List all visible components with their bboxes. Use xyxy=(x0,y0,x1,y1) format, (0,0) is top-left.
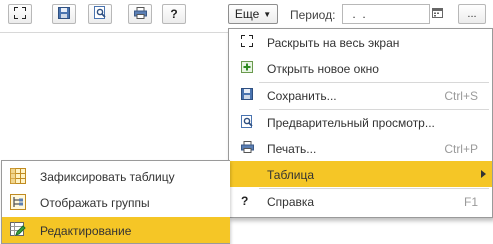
chevron-down-icon: ▼ xyxy=(263,9,272,19)
help-button[interactable]: ? xyxy=(162,4,186,24)
menu-item-label: Предварительный просмотр... xyxy=(267,116,435,130)
groups-icon xyxy=(10,194,26,210)
menu-item-fullscreen[interactable]: Раскрыть на весь экран xyxy=(229,29,492,55)
menu-item-label: Сохранить... xyxy=(267,89,337,103)
calendar-icon xyxy=(431,7,443,21)
menu-item-preview[interactable]: Предварительный просмотр... xyxy=(229,109,492,135)
print-button[interactable] xyxy=(128,4,152,24)
table-submenu: Зафиксировать таблицу Отображать группы … xyxy=(1,160,230,244)
submenu-item-fix-table[interactable]: Зафиксировать таблицу xyxy=(2,163,230,189)
submenu-item-editing[interactable]: Редактирование xyxy=(2,217,230,243)
calendar-button[interactable] xyxy=(428,4,446,24)
submenu-item-label: Отображать группы xyxy=(40,196,150,210)
submenu-item-label: Редактирование xyxy=(40,224,132,238)
help-label: ? xyxy=(170,7,178,21)
save-icon xyxy=(241,88,255,102)
fullscreen-button[interactable] xyxy=(8,4,32,24)
new-window-icon xyxy=(241,61,255,75)
period-select-label: ... xyxy=(467,8,477,20)
edit-icon xyxy=(10,222,26,238)
menu-item-shortcut: F1 xyxy=(463,195,478,209)
preview-button[interactable] xyxy=(88,4,112,24)
more-label: Еще xyxy=(234,7,260,21)
more-menu: Раскрыть на весь экран Открыть новое окн… xyxy=(228,28,493,218)
period-input[interactable] xyxy=(342,4,430,24)
submenu-item-label: Зафиксировать таблицу xyxy=(40,170,175,184)
preview-icon xyxy=(241,115,255,129)
menu-item-help[interactable]: ? Справка F1 xyxy=(229,188,492,214)
menu-item-label: Справка xyxy=(267,195,315,209)
menu-item-shortcut: Ctrl+P xyxy=(444,142,478,156)
fix-table-icon xyxy=(10,168,26,184)
preview-icon xyxy=(93,6,107,22)
menu-item-label: Печать... xyxy=(267,142,317,156)
menu-item-label: Открыть новое окно xyxy=(267,62,379,76)
print-icon xyxy=(133,6,147,22)
print-icon xyxy=(241,141,255,155)
period-select-button[interactable]: ... xyxy=(458,4,486,24)
menu-item-save[interactable]: Сохранить... Ctrl+S xyxy=(229,82,492,108)
menu-item-label: Таблица xyxy=(267,168,315,182)
period-label: Период: xyxy=(290,8,336,22)
submenu-item-show-groups[interactable]: Отображать группы xyxy=(2,189,230,215)
menu-item-label: Раскрыть на весь экран xyxy=(267,36,400,50)
fullscreen-icon xyxy=(13,5,27,22)
menu-item-table[interactable]: Таблица xyxy=(229,161,492,187)
more-button[interactable]: Еще ▼ xyxy=(228,4,278,24)
save-button[interactable] xyxy=(52,4,76,24)
chevron-right-icon xyxy=(481,170,486,178)
save-icon xyxy=(58,6,70,22)
help-icon: ? xyxy=(241,194,249,208)
menu-item-new-window[interactable]: Открыть новое окно xyxy=(229,55,492,81)
menu-item-print[interactable]: Печать... Ctrl+P xyxy=(229,135,492,161)
fullscreen-icon xyxy=(240,34,255,49)
menu-item-shortcut: Ctrl+S xyxy=(444,89,478,103)
